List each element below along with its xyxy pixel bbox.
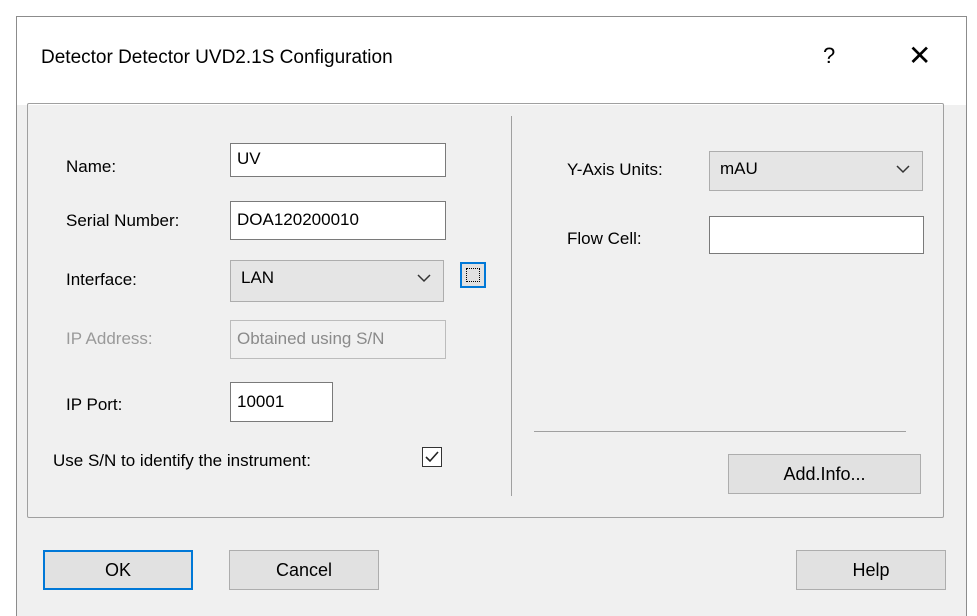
help-icon[interactable]: ? (823, 43, 835, 69)
name-label: Name: (66, 157, 117, 176)
interface-browse-button[interactable] (460, 262, 486, 288)
ip-port-label: IP Port: (66, 395, 123, 414)
ip-address-label: IP Address: (66, 329, 153, 348)
use-sn-label: Use S/N to identify the instrument: (53, 451, 311, 470)
flow-cell-label: Flow Cell: (567, 229, 642, 248)
horizontal-divider (534, 431, 906, 432)
serial-number-label: Serial Number: (66, 211, 180, 230)
interface-label: Interface: (66, 270, 137, 289)
name-field[interactable]: UV (230, 143, 446, 177)
vertical-divider (511, 116, 512, 496)
ip-address-field: Obtained using S/N (230, 320, 446, 359)
cancel-button[interactable]: Cancel (229, 550, 379, 590)
yaxis-units-select[interactable]: mAU (709, 151, 923, 191)
interface-selected-value: LAN (241, 268, 275, 287)
ip-port-field[interactable]: 10001 (230, 382, 333, 422)
checkmark-icon (425, 451, 439, 463)
chevron-down-icon (896, 165, 910, 174)
use-sn-checkbox[interactable] (422, 447, 442, 467)
dialog-title: Detector Detector UVD2.1S Configuration (41, 47, 393, 68)
help-button[interactable]: Help (796, 550, 946, 590)
flow-cell-field[interactable] (709, 216, 924, 254)
yaxis-units-selected-value: mAU (720, 159, 758, 178)
ok-button[interactable]: OK (43, 550, 193, 590)
serial-number-field[interactable]: DOA120200010 (230, 201, 446, 240)
interface-select[interactable]: LAN (230, 260, 444, 302)
chevron-down-icon (417, 274, 431, 283)
yaxis-units-label: Y-Axis Units: (567, 160, 663, 179)
title-bar: Detector Detector UVD2.1S Configuration … (17, 17, 966, 105)
add-info-button[interactable]: Add.Info... (728, 454, 921, 494)
close-icon[interactable]: ✕ (908, 39, 931, 72)
